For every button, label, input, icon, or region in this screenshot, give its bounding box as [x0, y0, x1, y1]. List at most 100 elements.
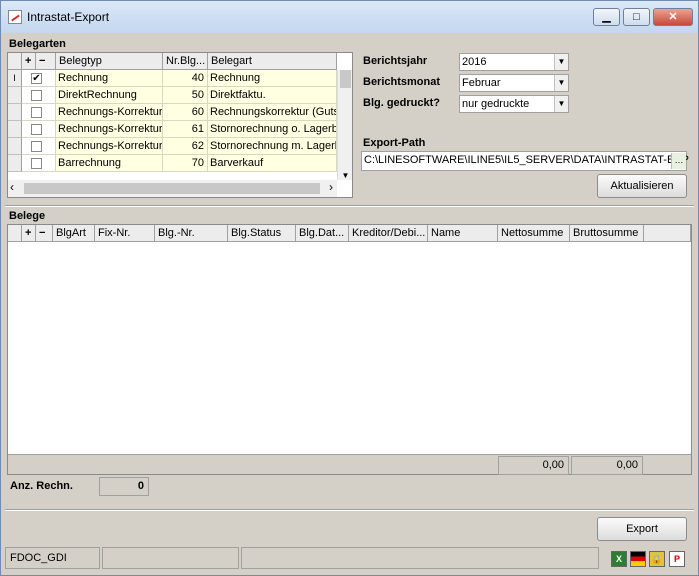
totals-row: 0,00 0,00 [8, 454, 691, 475]
window: Intrastat-Export ▁ □ ✕ Belegarten + − Be… [0, 0, 699, 576]
col-blgnr[interactable]: Blg.-Nr. [155, 225, 228, 242]
export-path-value: C:\LINESOFTWARE\ILINE5\IL5_SERVER\DATA\I… [364, 154, 689, 166]
minimize-button[interactable]: ▁ [593, 8, 620, 26]
table-row[interactable]: Rechnungs-Korrektur 60 Rechnungskorrektu… [8, 104, 337, 121]
belegarten-grid: + − Belegtyp Nr.Blg... Belegart I ✔ Rech… [7, 52, 353, 198]
col-nrblg[interactable]: Nr.Blg... [163, 53, 208, 70]
col-name[interactable]: Name [428, 225, 498, 242]
cell-belegtyp: Rechnung [56, 70, 163, 87]
title-bar: Intrastat-Export ▁ □ ✕ [1, 1, 698, 33]
belegarten-label: Belegarten [9, 38, 66, 50]
netto-total: 0,00 [498, 456, 569, 475]
cell-belegart: Stornorechnung o. Lagerb [208, 121, 337, 138]
cell-belegart: Rechnung [208, 70, 337, 87]
cell-belegtyp: Rechnungs-Korrektur [56, 104, 163, 121]
export-path-label: Export-Path [363, 137, 426, 149]
col-nettosumme[interactable]: Nettosumme [498, 225, 570, 242]
divider [5, 509, 694, 511]
remove-all-button[interactable]: − [36, 225, 53, 242]
cell-nr: 60 [163, 104, 208, 121]
belege-label: Belege [9, 210, 46, 222]
col-kreditor[interactable]: Kreditor/Debi... [349, 225, 428, 242]
table-row[interactable]: I ✔ Rechnung 40 Rechnung [8, 70, 337, 87]
row-checkbox[interactable] [31, 158, 42, 169]
row-checkbox[interactable]: ✔ [31, 73, 42, 84]
col-filler [644, 225, 691, 242]
anz-rechn-label: Anz. Rechn. [10, 480, 73, 492]
row-indicator[interactable] [8, 104, 22, 121]
table-row[interactable]: Rechnungs-Korrektur 61 Stornorechnung o.… [8, 121, 337, 138]
cell-nr: 61 [163, 121, 208, 138]
cell-nr: 62 [163, 138, 208, 155]
row-indicator[interactable]: I [8, 70, 22, 87]
close-button[interactable]: ✕ [653, 8, 693, 26]
col-blgstatus[interactable]: Blg.Status [228, 225, 296, 242]
berichtsjahr-select[interactable]: 2016 ▼ [459, 53, 569, 71]
scroll-left-icon[interactable]: ‹ [10, 180, 14, 194]
col-bruttosumme[interactable]: Bruttosumme [570, 225, 644, 242]
client-area: Belegarten + − Belegtyp Nr.Blg... Belega… [5, 33, 694, 573]
chevron-down-icon[interactable]: ▼ [554, 96, 568, 112]
maximize-button[interactable]: □ [623, 8, 650, 26]
row-indicator[interactable] [8, 155, 22, 172]
cell-belegart: Rechnungskorrektur (Guts [208, 104, 337, 121]
col-belegart[interactable]: Belegart [208, 53, 337, 70]
status-bar-panel [102, 547, 239, 569]
cell-nr: 70 [163, 155, 208, 172]
gedruckt-value: nur gedruckte [462, 98, 530, 110]
scroll-thumb[interactable] [340, 70, 351, 88]
cell-belegtyp: Barrechnung [56, 155, 163, 172]
aktualisieren-button[interactable]: Aktualisieren [597, 174, 687, 198]
row-header-corner [8, 53, 22, 70]
cell-belegtyp: Rechnungs-Korrektur [56, 138, 163, 155]
chevron-down-icon[interactable]: ▼ [554, 54, 568, 70]
pdf-icon[interactable]: P [669, 551, 685, 567]
row-indicator[interactable] [8, 121, 22, 138]
scroll-right-icon[interactable]: › [329, 180, 333, 194]
berichtsjahr-value: 2016 [462, 56, 487, 68]
export-button[interactable]: Export [597, 517, 687, 541]
chevron-down-icon[interactable]: ▼ [554, 75, 568, 91]
col-blgdat[interactable]: Blg.Dat... [296, 225, 349, 242]
german-flag-icon[interactable] [630, 551, 646, 567]
anz-rechn-value: 0 [99, 477, 149, 496]
folder-browse-icon[interactable]: … [671, 153, 686, 169]
export-path-field[interactable]: C:\LINESOFTWARE\ILINE5\IL5_SERVER\DATA\I… [361, 151, 689, 171]
col-fixnr[interactable]: Fix-Nr. [95, 225, 155, 242]
hscroll-thumb[interactable] [24, 183, 320, 194]
horizontal-scrollbar[interactable]: ‹ › [8, 180, 337, 197]
brutto-total: 0,00 [571, 456, 643, 475]
row-checkbox[interactable] [31, 107, 42, 118]
add-all-button[interactable]: + [22, 53, 36, 70]
vertical-scrollbar[interactable]: ▼ [337, 70, 352, 180]
row-checkbox[interactable] [31, 90, 42, 101]
divider [5, 205, 694, 207]
status-bar-user: FDOC_GDI [5, 547, 100, 569]
col-belegtyp[interactable]: Belegtyp [56, 53, 163, 70]
berichtsmonat-value: Februar [462, 77, 501, 89]
app-icon [8, 10, 22, 24]
table-row[interactable]: DirektRechnung 50 Direktfaktu. [8, 87, 337, 104]
row-indicator[interactable] [8, 138, 22, 155]
cell-nr: 50 [163, 87, 208, 104]
row-checkbox[interactable] [31, 141, 42, 152]
row-header-corner [8, 225, 22, 242]
berichtsmonat-label: Berichtsmonat [363, 76, 441, 88]
remove-all-button[interactable]: − [36, 53, 56, 70]
col-blgart[interactable]: BlgArt [53, 225, 95, 242]
table-row[interactable]: Barrechnung 70 Barverkauf [8, 155, 337, 172]
row-indicator[interactable] [8, 87, 22, 104]
scroll-down-icon[interactable]: ▼ [338, 171, 353, 180]
berichtsmonat-select[interactable]: Februar ▼ [459, 74, 569, 92]
status-bar-panel [241, 547, 599, 569]
cell-belegtyp: Rechnungs-Korrektur [56, 121, 163, 138]
row-checkbox[interactable] [31, 124, 42, 135]
lock-icon[interactable]: 🔒 [649, 551, 665, 567]
window-title: Intrastat-Export [27, 10, 110, 24]
cell-belegart: Direktfaktu. [208, 87, 337, 104]
gedruckt-select[interactable]: nur gedruckte ▼ [459, 95, 569, 113]
add-all-button[interactable]: + [22, 225, 36, 242]
excel-icon[interactable]: X [611, 551, 627, 567]
belege-grid: + − BlgArt Fix-Nr. Blg.-Nr. Blg.Status B… [7, 224, 692, 475]
table-row[interactable]: Rechnungs-Korrektur 62 Stornorechnung m.… [8, 138, 337, 155]
